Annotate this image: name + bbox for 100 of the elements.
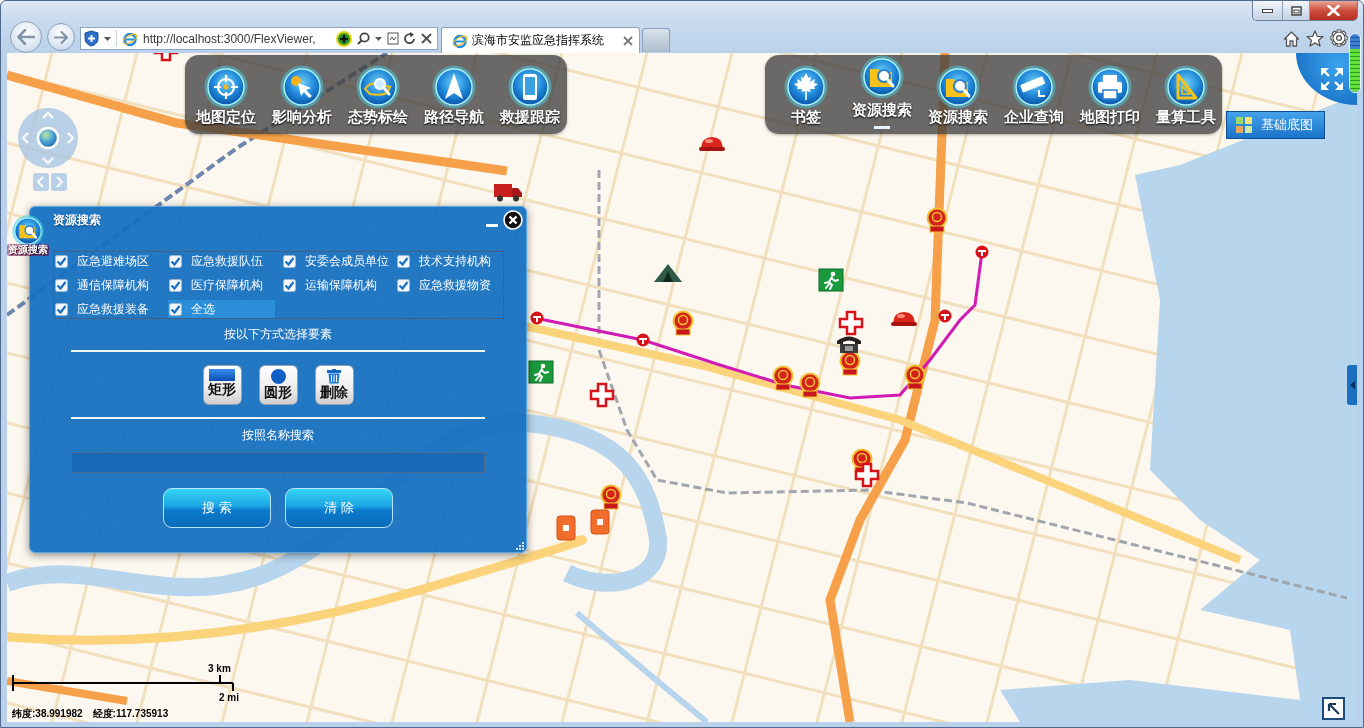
case-icon[interactable] <box>590 509 610 535</box>
checkbox[interactable] <box>169 302 182 316</box>
page-icon[interactable] <box>387 32 399 45</box>
star-icon[interactable] <box>1306 29 1324 47</box>
draw-tool-button[interactable]: 矩形 <box>202 365 242 405</box>
toolbar-button[interactable]: 企业查询 <box>998 55 1070 134</box>
zoom-slider[interactable] <box>1349 33 1361 93</box>
settings-icon[interactable] <box>1330 29 1348 47</box>
checkbox-option[interactable]: 应急避难场区 <box>54 252 161 270</box>
emblem-marker-icon[interactable] <box>903 364 927 390</box>
toolbar-button[interactable]: 地图打印 <box>1074 55 1146 134</box>
station-marker-icon[interactable] <box>636 333 650 347</box>
toolbar-button[interactable]: 书签 <box>770 55 842 134</box>
emblem-marker-icon[interactable] <box>599 484 623 510</box>
navigation-arrow-icon <box>432 65 476 109</box>
overview-toggle-button[interactable] <box>1322 697 1345 720</box>
toolbar-button[interactable]: 资源搜索 <box>922 55 994 134</box>
tent-icon[interactable] <box>653 262 683 284</box>
browser-tab[interactable]: 滨海市安监应急指挥系统 <box>441 27 640 53</box>
checkbox-option[interactable]: 通信保障机构 <box>54 276 161 294</box>
shield-icon[interactable] <box>84 30 99 47</box>
checkbox[interactable] <box>169 278 182 292</box>
printer-icon <box>1088 65 1132 109</box>
clear-button[interactable]: 清 除 <box>285 488 393 528</box>
emblem-marker-icon[interactable] <box>771 365 795 391</box>
checkbox-option[interactable]: 技术支持机构 <box>396 252 503 270</box>
camera-icon <box>1012 65 1056 109</box>
emblem-marker-icon[interactable] <box>671 310 695 336</box>
medical-cross-icon[interactable] <box>153 53 179 62</box>
close-icon[interactable] <box>623 35 633 46</box>
folder-search-icon <box>860 55 904 99</box>
toolbar-button[interactable]: 资源搜索 <box>846 55 918 134</box>
caret-icon[interactable] <box>375 36 382 41</box>
toolbar-button[interactable]: 影响分析 <box>266 55 338 134</box>
station-marker-icon[interactable] <box>938 309 952 323</box>
checkbox[interactable] <box>55 254 68 268</box>
checkbox-option[interactable]: 全选 <box>168 300 275 318</box>
coordinate-text: 纬度:38.991982 <box>12 708 83 720</box>
truck-icon[interactable] <box>494 182 522 202</box>
toolbar-button[interactable]: 地图定位 <box>190 55 262 134</box>
helmet-icon[interactable] <box>699 134 725 152</box>
medical-cross-icon[interactable] <box>838 310 864 336</box>
pan-control[interactable] <box>17 107 79 169</box>
case-icon[interactable] <box>556 515 576 541</box>
circle-icon <box>270 369 286 384</box>
dialog-title: 资源搜索 <box>53 212 101 228</box>
medical-cross-icon[interactable] <box>854 462 880 488</box>
checkbox-option[interactable]: 应急救援装备 <box>54 300 161 318</box>
home-icon[interactable] <box>1283 29 1300 47</box>
basemap-button[interactable]: 基础底图 <box>1226 111 1325 139</box>
name-search-field[interactable] <box>71 452 485 473</box>
checkbox[interactable] <box>283 278 296 292</box>
station-marker-icon[interactable] <box>975 245 989 259</box>
restore-button[interactable] <box>1282 1 1309 20</box>
search-button[interactable]: 搜 索 <box>163 488 271 528</box>
map-search-icon <box>356 65 400 109</box>
checkbox-option[interactable]: 应急救援队伍 <box>168 252 275 270</box>
plus-icon[interactable] <box>336 30 352 47</box>
emblem-marker-icon[interactable] <box>798 372 822 398</box>
medical-cross-icon[interactable] <box>589 382 615 408</box>
checkbox[interactable] <box>397 254 410 268</box>
coordinate-text: 经度:117.735913 <box>92 708 169 720</box>
checkbox-option[interactable]: 应急救援物资 <box>396 276 503 294</box>
globe-icon[interactable] <box>36 126 60 150</box>
close-icon[interactable] <box>421 33 432 44</box>
toolbar-button[interactable]: 态势标绘 <box>342 55 414 134</box>
close-button[interactable] <box>1309 1 1357 20</box>
minimize-button[interactable] <box>1253 1 1282 20</box>
checkbox[interactable] <box>55 302 68 316</box>
side-panel-tab[interactable] <box>1347 365 1357 405</box>
forward-button[interactable] <box>47 23 75 51</box>
back-button[interactable] <box>10 21 42 53</box>
caret-icon[interactable] <box>104 36 111 41</box>
resize-grip-icon[interactable] <box>514 540 524 550</box>
toolbar-button[interactable]: 路径导航 <box>418 55 490 134</box>
checkbox[interactable] <box>55 278 68 292</box>
phone-icon <box>508 65 552 109</box>
set-square-icon <box>1164 65 1208 109</box>
checkbox[interactable] <box>397 278 410 292</box>
station-marker-icon[interactable] <box>530 311 544 325</box>
address-field[interactable]: http://localhost:3000/FlexViewer, <box>143 30 331 47</box>
exit-sign-icon[interactable] <box>818 268 844 292</box>
draw-tool-button[interactable]: 圆形 <box>258 365 298 405</box>
draw-tool-button[interactable]: 删除 <box>314 365 354 405</box>
search-icon[interactable] <box>357 32 370 45</box>
emblem-marker-icon[interactable] <box>925 207 949 233</box>
arrow-right-icon <box>54 30 68 44</box>
close-icon <box>503 210 523 230</box>
toolbar-button[interactable]: 救援跟踪 <box>494 55 566 134</box>
scale-label: 2 mi <box>219 692 239 703</box>
toolbar-button[interactable]: 量算工具 <box>1150 55 1222 134</box>
refresh-icon[interactable] <box>404 32 416 45</box>
checkbox-option[interactable]: 安委会成员单位 <box>282 252 389 270</box>
minimize-button[interactable] <box>486 221 498 227</box>
checkbox[interactable] <box>283 254 296 268</box>
checkbox-option[interactable]: 运输保障机构 <box>282 276 389 294</box>
checkbox-option[interactable]: 医疗保障机构 <box>168 276 275 294</box>
helmet-icon[interactable] <box>891 309 917 327</box>
exit-sign-icon[interactable] <box>528 360 554 384</box>
checkbox[interactable] <box>169 254 182 268</box>
